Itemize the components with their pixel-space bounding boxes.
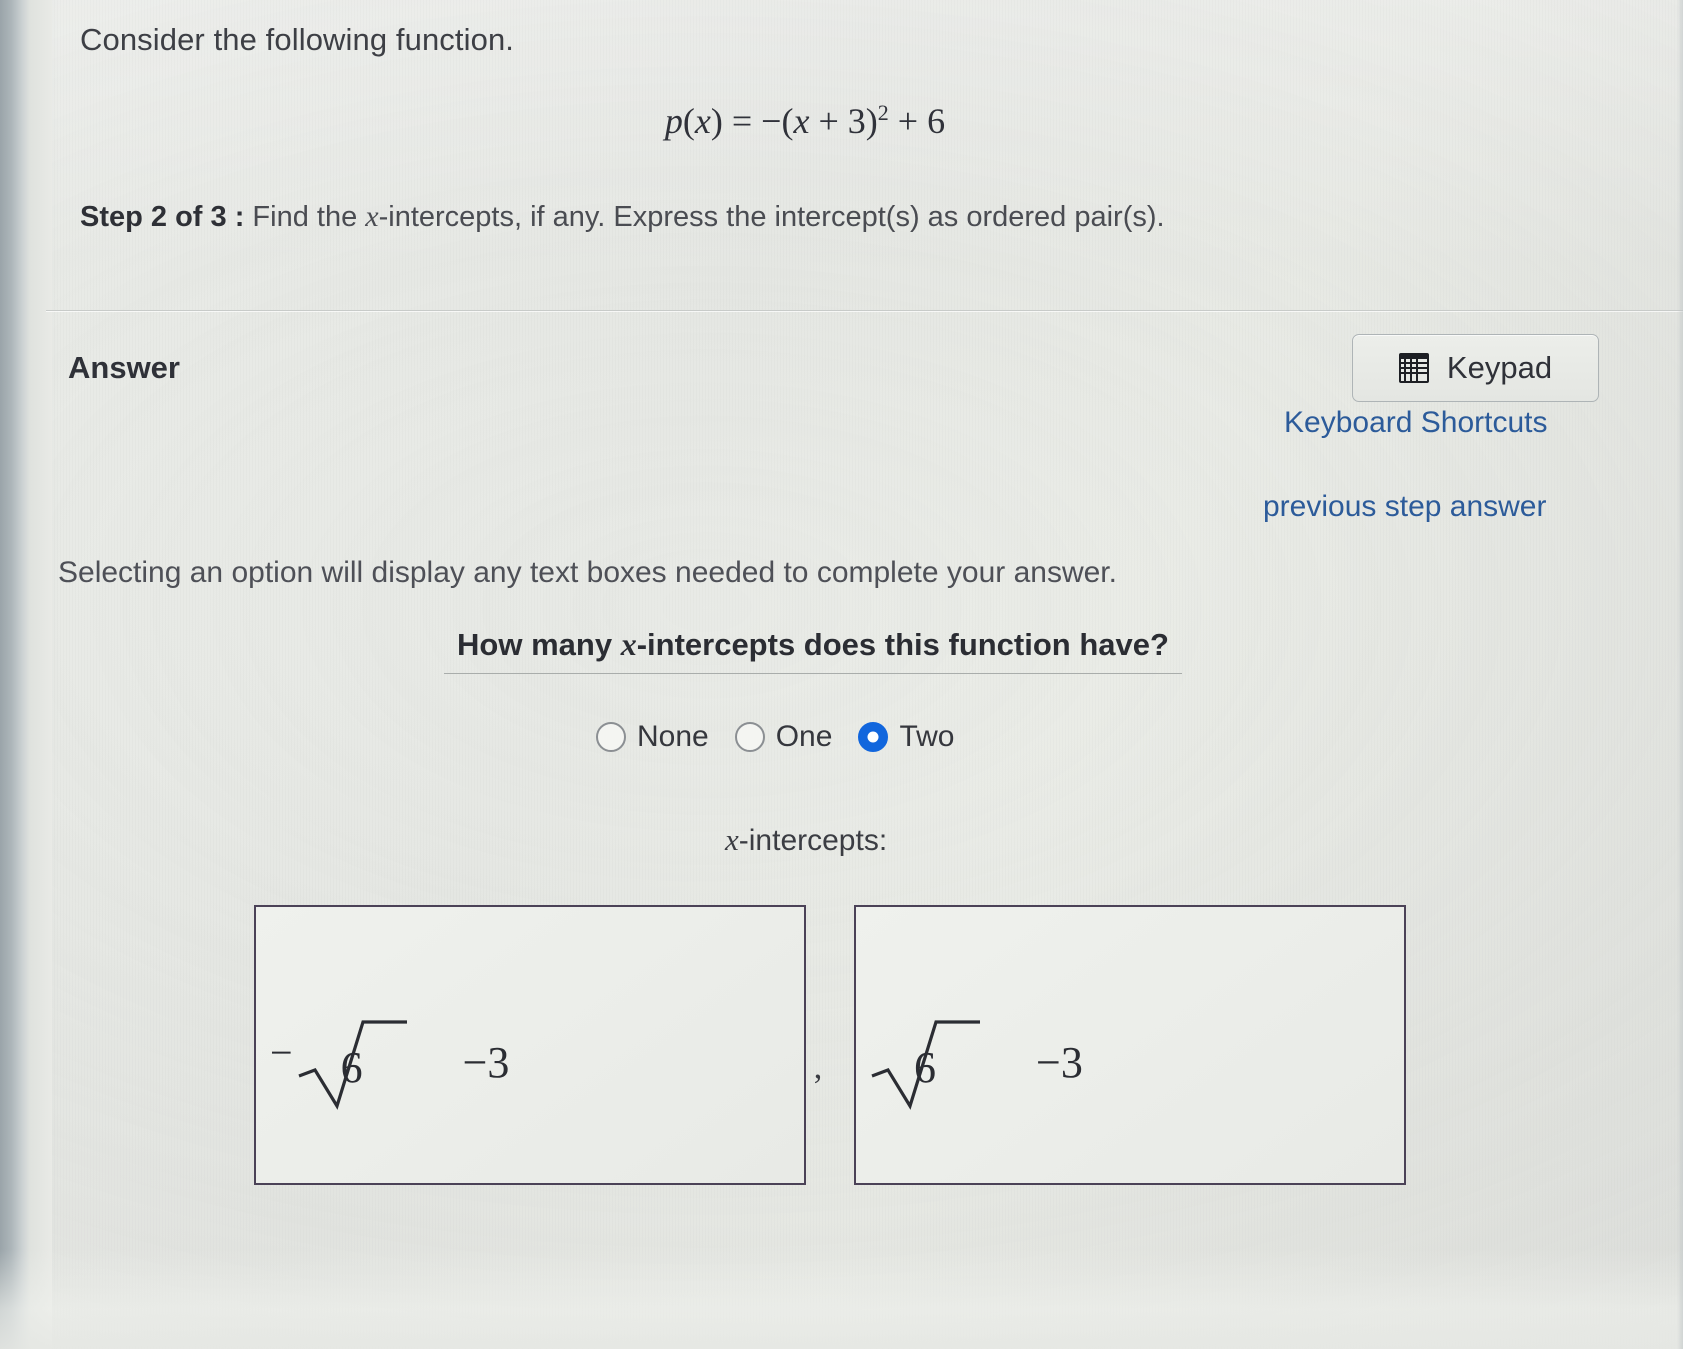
radio-option-two[interactable]: Two (858, 720, 954, 754)
intercept-first-leading-sign: − (270, 1029, 293, 1075)
function-formula: p(x) = −(x + 3)2 + 6 (0, 100, 1610, 142)
step-instruction-post: -intercepts, if any. Express the interce… (378, 201, 1165, 233)
intercept-second-tail: −3 (1036, 1037, 1083, 1087)
previous-step-answer-link[interactable]: previous step answer (1263, 490, 1546, 524)
intercept-first-radicand: 6 (340, 1043, 363, 1092)
radio-two-label: Two (899, 720, 955, 753)
question-intro-text: Consider the following function. (80, 22, 515, 57)
keyboard-shortcuts-link[interactable]: Keyboard Shortcuts (1284, 406, 1547, 440)
radio-none-label: None (637, 720, 709, 753)
radio-option-none[interactable]: None (596, 720, 709, 754)
keypad-button-label: Keypad (1446, 350, 1553, 385)
x-intercepts-label-post: -intercepts: (738, 824, 888, 857)
intercept-first-tail: −3 (462, 1037, 510, 1087)
radio-one-label: One (775, 720, 833, 753)
radio-option-one[interactable]: One (734, 720, 833, 754)
selection-note: Selecting an option will display any tex… (58, 556, 1117, 589)
how-many-intercepts-question: How many x-intercepts does this function… (444, 626, 1182, 674)
question-content: Consider the following function. p(x) = … (0, 0, 1683, 1349)
intercept-count-radio-group: None One Two (596, 720, 954, 754)
square-root-icon-second: 6 (870, 1014, 982, 1110)
x-intercepts-label: x-intercepts: (725, 822, 887, 858)
radio-one-icon[interactable] (734, 722, 765, 752)
keypad-grid-icon (1398, 353, 1429, 383)
x-intercepts-label-variable: x (725, 822, 739, 857)
step-instruction: Step 2 of 3 : Find the x-intercepts, if … (80, 200, 1165, 234)
intercept-input-first[interactable]: − 6 −3 (254, 905, 806, 1185)
radio-two-icon[interactable] (858, 722, 889, 752)
step-instruction-pre: Find the (252, 201, 366, 233)
intercept-second-radicand: 6 (914, 1043, 936, 1092)
radio-none-icon[interactable] (596, 722, 626, 752)
screen-right-edge (1677, 0, 1683, 1349)
question-pre: How many (457, 627, 621, 662)
question-post: -intercepts does this function have? (636, 627, 1169, 662)
step-label: Step 2 of 3 : (80, 201, 245, 233)
section-divider (46, 310, 1683, 311)
step-instruction-variable: x (365, 200, 379, 233)
intercept-first-expression: − 6 −3 (270, 1014, 509, 1110)
question-variable: x (620, 626, 637, 662)
page-bottom-shade (0, 1249, 1683, 1349)
intercept-separator: , (813, 1049, 823, 1086)
square-root-icon: 6 (297, 1014, 409, 1110)
intercept-second-expression: 6 −3 (870, 1014, 1083, 1110)
intercept-input-row: − 6 −3 , 6 −3 (254, 905, 1406, 1185)
answer-heading: Answer (68, 350, 180, 385)
formula-text: p(x) = −(x + 3)2 + 6 (664, 100, 946, 141)
intercept-input-second[interactable]: 6 −3 (854, 905, 1406, 1185)
keypad-button[interactable]: Keypad (1352, 334, 1599, 402)
